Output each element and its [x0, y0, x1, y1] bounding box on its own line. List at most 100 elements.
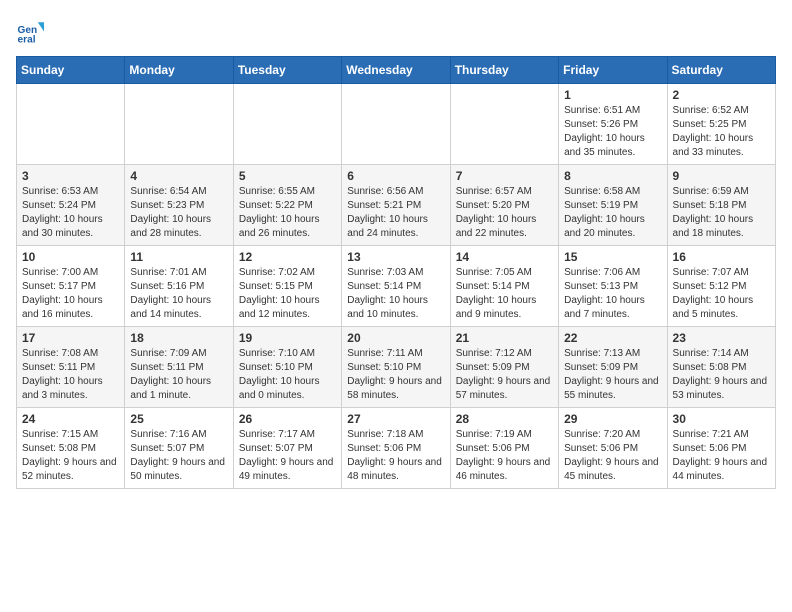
logo: Gen eral [16, 16, 46, 44]
day-number: 20 [347, 331, 444, 345]
calendar-cell: 10 Sunrise: 7:00 AMSunset: 5:17 PMDayligh… [17, 246, 125, 327]
calendar-cell: 17 Sunrise: 7:08 AMSunset: 5:11 PMDayligh… [17, 327, 125, 408]
calendar-cell: 15 Sunrise: 7:06 AMSunset: 5:13 PMDayligh… [559, 246, 667, 327]
day-header-sunday: Sunday [17, 57, 125, 84]
calendar-cell: 13 Sunrise: 7:03 AMSunset: 5:14 PMDayligh… [342, 246, 450, 327]
cell-info: Sunrise: 7:17 AMSunset: 5:07 PMDaylight:… [239, 428, 336, 484]
cell-info: Sunrise: 7:14 AMSunset: 5:08 PMDaylight:… [673, 347, 770, 403]
calendar-week-row: 24 Sunrise: 7:15 AMSunset: 5:08 PMDayligh… [17, 408, 776, 489]
cell-info: Sunrise: 6:58 AMSunset: 5:19 PMDaylight:… [564, 185, 661, 241]
logo-icon: Gen eral [16, 16, 44, 44]
cell-info: Sunrise: 7:06 AMSunset: 5:13 PMDaylight:… [564, 266, 661, 322]
cell-info: Sunrise: 7:01 AMSunset: 5:16 PMDaylight:… [130, 266, 227, 322]
calendar-table: SundayMondayTuesdayWednesdayThursdayFrid… [16, 56, 776, 489]
calendar-header-row: SundayMondayTuesdayWednesdayThursdayFrid… [17, 57, 776, 84]
cell-info: Sunrise: 7:10 AMSunset: 5:10 PMDaylight:… [239, 347, 336, 403]
day-number: 8 [564, 169, 661, 183]
cell-info: Sunrise: 6:59 AMSunset: 5:18 PMDaylight:… [673, 185, 770, 241]
day-number: 23 [673, 331, 770, 345]
calendar-cell: 6 Sunrise: 6:56 AMSunset: 5:21 PMDaylight… [342, 165, 450, 246]
day-number: 27 [347, 412, 444, 426]
day-number: 14 [456, 250, 553, 264]
cell-info: Sunrise: 7:16 AMSunset: 5:07 PMDaylight:… [130, 428, 227, 484]
day-number: 21 [456, 331, 553, 345]
day-number: 19 [239, 331, 336, 345]
cell-info: Sunrise: 7:02 AMSunset: 5:15 PMDaylight:… [239, 266, 336, 322]
calendar-cell: 16Sunrise: 7:07 AMSunset: 5:12 PMDayligh… [667, 246, 775, 327]
cell-info: Sunrise: 6:52 AMSunset: 5:25 PMDaylight:… [673, 104, 770, 160]
cell-info: Sunrise: 7:03 AMSunset: 5:14 PMDaylight:… [347, 266, 444, 322]
day-number: 13 [347, 250, 444, 264]
calendar-cell: 2 Sunrise: 6:52 AMSunset: 5:25 PMDaylight… [667, 84, 775, 165]
day-header-thursday: Thursday [450, 57, 558, 84]
calendar-cell [233, 84, 341, 165]
calendar-week-row: 3 Sunrise: 6:53 AMSunset: 5:24 PMDaylight… [17, 165, 776, 246]
cell-info: Sunrise: 7:08 AMSunset: 5:11 PMDaylight:… [22, 347, 119, 403]
day-number: 24 [22, 412, 119, 426]
calendar-cell: 11 Sunrise: 7:01 AMSunset: 5:16 PMDayligh… [125, 246, 233, 327]
calendar-cell: 28Sunrise: 7:19 AMSunset: 5:06 PMDayligh… [450, 408, 558, 489]
day-number: 9 [673, 169, 770, 183]
day-number: 7 [456, 169, 553, 183]
cell-info: Sunrise: 6:57 AMSunset: 5:20 PMDaylight:… [456, 185, 553, 241]
day-number: 25 [130, 412, 227, 426]
day-number: 12 [239, 250, 336, 264]
cell-info: Sunrise: 7:15 AMSunset: 5:08 PMDaylight:… [22, 428, 119, 484]
cell-info: Sunrise: 6:55 AMSunset: 5:22 PMDaylight:… [239, 185, 336, 241]
calendar-cell: 26 Sunrise: 7:17 AMSunset: 5:07 PMDayligh… [233, 408, 341, 489]
day-number: 6 [347, 169, 444, 183]
calendar-cell: 25 Sunrise: 7:16 AMSunset: 5:07 PMDayligh… [125, 408, 233, 489]
calendar-cell: 22 Sunrise: 7:13 AMSunset: 5:09 PMDayligh… [559, 327, 667, 408]
cell-info: Sunrise: 7:05 AMSunset: 5:14 PMDaylight:… [456, 266, 553, 322]
cell-info: Sunrise: 7:21 AMSunset: 5:06 PMDaylight:… [673, 428, 770, 484]
day-number: 10 [22, 250, 119, 264]
calendar-cell: 24 Sunrise: 7:15 AMSunset: 5:08 PMDayligh… [17, 408, 125, 489]
day-header-wednesday: Wednesday [342, 57, 450, 84]
calendar-cell: 18 Sunrise: 7:09 AMSunset: 5:11 PMDayligh… [125, 327, 233, 408]
calendar-cell: 1 Sunrise: 6:51 AMSunset: 5:26 PMDaylight… [559, 84, 667, 165]
page-header: Gen eral [16, 16, 776, 44]
calendar-cell: 21 Sunrise: 7:12 AMSunset: 5:09 PMDayligh… [450, 327, 558, 408]
day-number: 16 [673, 250, 770, 264]
calendar-week-row: 10 Sunrise: 7:00 AMSunset: 5:17 PMDayligh… [17, 246, 776, 327]
day-number: 29 [564, 412, 661, 426]
calendar-cell: 14 Sunrise: 7:05 AMSunset: 5:14 PMDayligh… [450, 246, 558, 327]
day-number: 3 [22, 169, 119, 183]
calendar-cell: 7 Sunrise: 6:57 AMSunset: 5:20 PMDaylight… [450, 165, 558, 246]
day-number: 1 [564, 88, 661, 102]
calendar-cell: 4 Sunrise: 6:54 AMSunset: 5:23 PMDaylight… [125, 165, 233, 246]
calendar-week-row: 17 Sunrise: 7:08 AMSunset: 5:11 PMDayligh… [17, 327, 776, 408]
cell-info: Sunrise: 6:51 AMSunset: 5:26 PMDaylight:… [564, 104, 661, 160]
day-number: 2 [673, 88, 770, 102]
cell-info: Sunrise: 7:09 AMSunset: 5:11 PMDaylight:… [130, 347, 227, 403]
day-header-friday: Friday [559, 57, 667, 84]
day-number: 15 [564, 250, 661, 264]
cell-info: Sunrise: 7:19 AMSunset: 5:06 PMDaylight:… [456, 428, 553, 484]
cell-info: Sunrise: 6:53 AMSunset: 5:24 PMDaylight:… [22, 185, 119, 241]
calendar-cell [342, 84, 450, 165]
day-number: 5 [239, 169, 336, 183]
svg-text:eral: eral [18, 34, 36, 44]
calendar-cell: 5 Sunrise: 6:55 AMSunset: 5:22 PMDaylight… [233, 165, 341, 246]
day-number: 17 [22, 331, 119, 345]
day-header-tuesday: Tuesday [233, 57, 341, 84]
day-header-saturday: Saturday [667, 57, 775, 84]
cell-info: Sunrise: 7:12 AMSunset: 5:09 PMDaylight:… [456, 347, 553, 403]
cell-info: Sunrise: 7:20 AMSunset: 5:06 PMDaylight:… [564, 428, 661, 484]
cell-info: Sunrise: 6:56 AMSunset: 5:21 PMDaylight:… [347, 185, 444, 241]
day-number: 11 [130, 250, 227, 264]
cell-info: Sunrise: 7:18 AMSunset: 5:06 PMDaylight:… [347, 428, 444, 484]
calendar-cell: 20Sunrise: 7:11 AMSunset: 5:10 PMDayligh… [342, 327, 450, 408]
day-number: 4 [130, 169, 227, 183]
day-number: 30 [673, 412, 770, 426]
cell-info: Sunrise: 6:54 AMSunset: 5:23 PMDaylight:… [130, 185, 227, 241]
cell-info: Sunrise: 7:00 AMSunset: 5:17 PMDaylight:… [22, 266, 119, 322]
day-number: 26 [239, 412, 336, 426]
calendar-cell: 12 Sunrise: 7:02 AMSunset: 5:15 PMDayligh… [233, 246, 341, 327]
calendar-cell: 9 Sunrise: 6:59 AMSunset: 5:18 PMDaylight… [667, 165, 775, 246]
day-number: 18 [130, 331, 227, 345]
day-number: 22 [564, 331, 661, 345]
calendar-cell: 30 Sunrise: 7:21 AMSunset: 5:06 PMDayligh… [667, 408, 775, 489]
calendar-cell [450, 84, 558, 165]
cell-info: Sunrise: 7:13 AMSunset: 5:09 PMDaylight:… [564, 347, 661, 403]
